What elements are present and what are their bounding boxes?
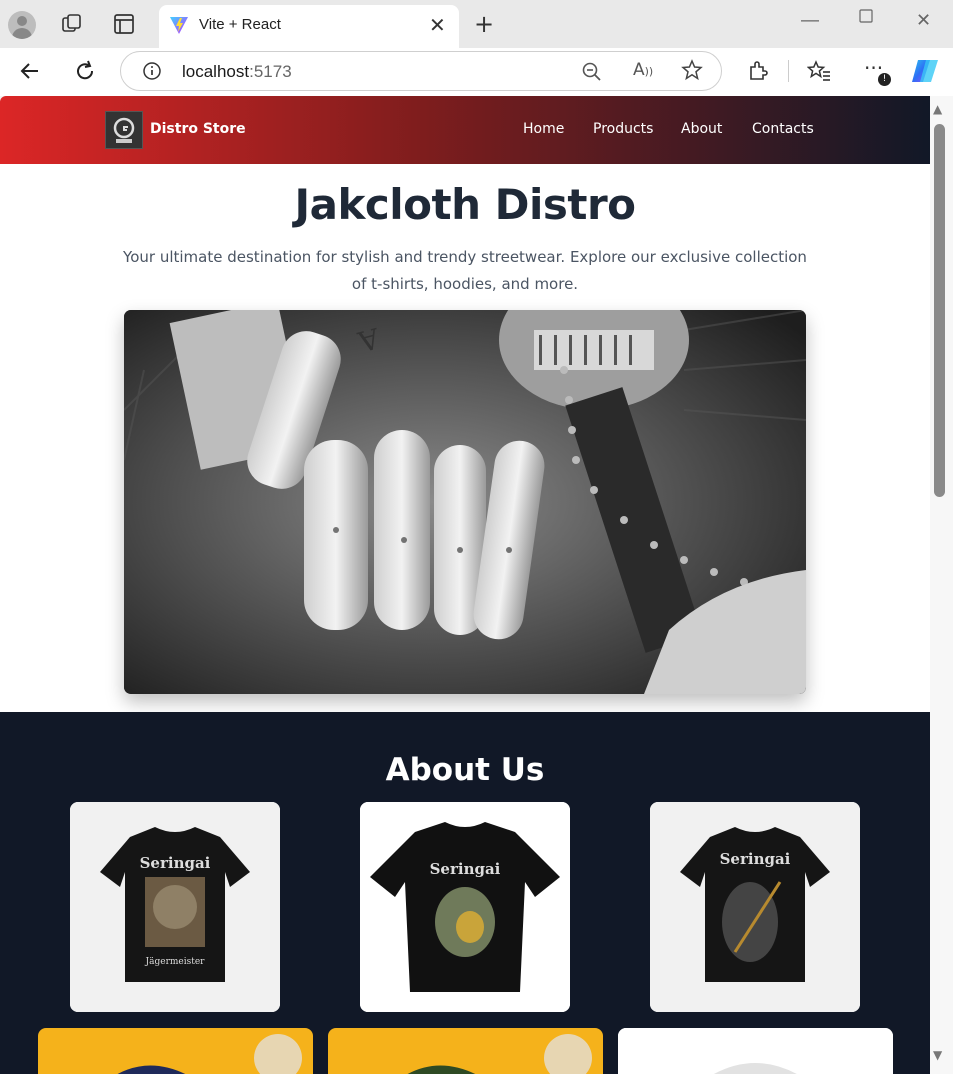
zoom-out-icon[interactable] — [581, 61, 603, 87]
product-card[interactable] — [38, 1028, 313, 1074]
product-card[interactable]: Seringai Jägermeister — [70, 802, 280, 1012]
scroll-up-icon[interactable]: ▲ — [933, 102, 942, 116]
divider — [788, 60, 789, 82]
extensions-icon[interactable] — [747, 60, 769, 86]
copilot-icon[interactable] — [910, 57, 940, 89]
minimize-icon[interactable]: ― — [801, 10, 819, 31]
nav-link-about[interactable]: About — [681, 121, 722, 137]
hero-title: Jakcloth Distro — [294, 180, 636, 229]
page-scrollbar[interactable]: ▲ ▼ — [930, 96, 953, 1074]
url-port: :5173 — [249, 62, 292, 81]
site-navbar: Distro Store Home Products About Contact… — [0, 96, 930, 164]
read-aloud-icon[interactable]: A)) — [633, 60, 653, 80]
favorite-star-icon[interactable] — [681, 59, 703, 85]
page-viewport: Distro Store Home Products About Contact… — [0, 96, 930, 1074]
product-logo-sub: Jägermeister — [145, 957, 206, 967]
brand-name[interactable]: Distro Store — [150, 121, 246, 137]
site-info-icon[interactable] — [142, 61, 162, 85]
window-close-icon[interactable]: ✕ — [916, 10, 931, 31]
favorites-icon[interactable] — [806, 60, 831, 86]
alert-badge-icon: ! — [878, 73, 891, 86]
about-section: About Us Seringai Jägermeister Seringai — [0, 712, 930, 1074]
browser-toolbar: localhost:5173 A)) ··· ! — [0, 48, 953, 96]
product-card[interactable] — [328, 1028, 603, 1074]
tab-actions-icon[interactable] — [113, 13, 135, 39]
product-logo-text: Seringai — [140, 854, 211, 872]
scroll-down-icon[interactable]: ▼ — [933, 1048, 942, 1062]
product-logo-text: Seringai — [720, 850, 791, 868]
product-card[interactable] — [618, 1028, 893, 1074]
address-bar[interactable]: localhost:5173 A)) — [120, 51, 722, 91]
browser-tab-bar: Vite + React ✕ + ― ✕ — [0, 0, 953, 48]
nav-link-products[interactable]: Products — [593, 121, 653, 137]
workspaces-icon[interactable] — [60, 12, 84, 40]
refresh-icon[interactable] — [73, 59, 97, 87]
back-icon[interactable] — [18, 59, 42, 87]
about-title: About Us — [385, 752, 545, 788]
product-logo-text: Seringai — [430, 860, 501, 878]
product-card[interactable]: Seringai — [650, 802, 860, 1012]
url-host: localhost — [182, 62, 250, 81]
vite-logo-icon — [169, 15, 189, 39]
new-tab-icon[interactable]: + — [474, 10, 494, 38]
profile-avatar-icon[interactable] — [8, 11, 36, 39]
nav-link-contacts[interactable]: Contacts — [752, 121, 814, 137]
tab-title: Vite + React — [199, 16, 281, 33]
close-tab-icon[interactable]: ✕ — [429, 13, 446, 37]
scrollbar-thumb[interactable] — [934, 124, 945, 497]
active-tab[interactable]: Vite + React ✕ — [159, 5, 459, 48]
maximize-icon[interactable] — [858, 8, 874, 29]
url-text: localhost:5173 — [182, 62, 292, 82]
product-card[interactable]: Seringai — [360, 802, 570, 1012]
nav-link-home[interactable]: Home — [523, 121, 564, 137]
hero-subtitle: Your ultimate destination for stylish an… — [123, 248, 807, 293]
hero-image: A — [124, 310, 806, 694]
store-logo[interactable] — [105, 111, 143, 149]
